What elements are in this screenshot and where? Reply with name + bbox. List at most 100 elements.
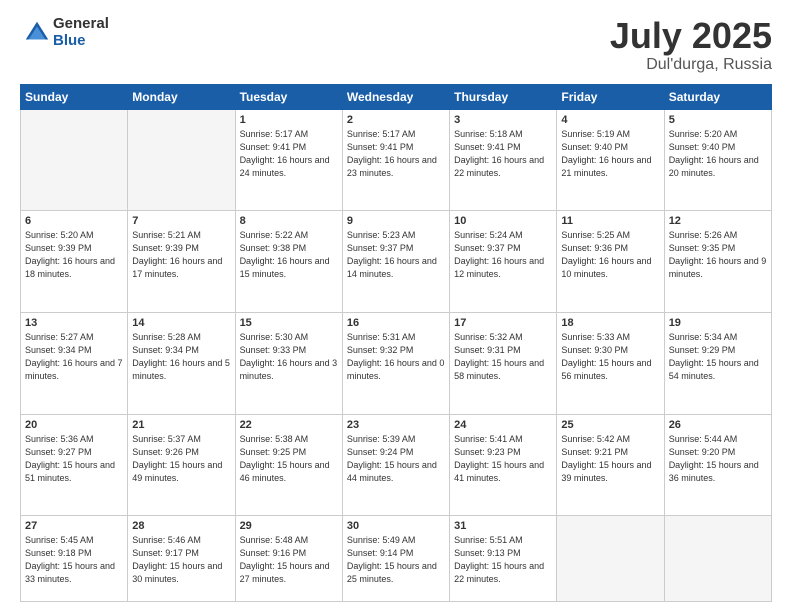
day-number: 4 bbox=[561, 114, 659, 126]
logo-icon bbox=[23, 19, 51, 47]
day-info: Sunrise: 5:20 AM Sunset: 9:40 PM Dayligh… bbox=[669, 128, 767, 180]
day-info: Sunrise: 5:21 AM Sunset: 9:39 PM Dayligh… bbox=[132, 229, 230, 281]
header: General Blue July 2025 Dul'durga, Russia bbox=[20, 16, 772, 74]
calendar-week-2: 13Sunrise: 5:27 AM Sunset: 9:34 PM Dayli… bbox=[21, 312, 772, 414]
col-sunday: Sunday bbox=[21, 84, 128, 109]
day-number: 25 bbox=[561, 419, 659, 431]
calendar-cell: 1Sunrise: 5:17 AM Sunset: 9:41 PM Daylig… bbox=[235, 109, 342, 211]
day-info: Sunrise: 5:38 AM Sunset: 9:25 PM Dayligh… bbox=[240, 433, 338, 485]
calendar-cell: 30Sunrise: 5:49 AM Sunset: 9:14 PM Dayli… bbox=[342, 516, 449, 602]
day-number: 22 bbox=[240, 419, 338, 431]
day-number: 19 bbox=[669, 317, 767, 329]
calendar-week-4: 27 Sunrise: 5:45 AM Sunset: 9:18 PM Dayli… bbox=[21, 516, 772, 602]
day-number: 21 bbox=[132, 419, 230, 431]
day-number: 5 bbox=[669, 114, 767, 126]
day-info: Sunrise: 5:33 AM Sunset: 9:30 PM Dayligh… bbox=[561, 331, 659, 383]
day-number: 6 bbox=[25, 215, 123, 227]
calendar-cell: 3 Sunrise: 5:18 AM Sunset: 9:41 PM Daylig… bbox=[450, 109, 557, 211]
calendar-cell: 6 Sunrise: 5:20 AM Sunset: 9:39 PM Daylig… bbox=[21, 211, 128, 313]
day-info: Sunrise: 5:39 AM Sunset: 9:24 PM Dayligh… bbox=[347, 433, 445, 485]
col-friday: Friday bbox=[557, 84, 664, 109]
day-number: 15 bbox=[240, 317, 338, 329]
day-number: 3 bbox=[454, 114, 552, 126]
calendar-week-0: 1 Sunrise: 5:17 AM Sunset: 9:41 PM Daylig… bbox=[21, 109, 772, 211]
day-info: Sunrise: 5:34 AM Sunset: 9:29 PM Dayligh… bbox=[669, 331, 767, 383]
col-saturday: Saturday bbox=[664, 84, 771, 109]
calendar: Sunday Monday Tuesday Wednesday Thursday… bbox=[20, 84, 772, 602]
day-number: 12 bbox=[669, 215, 767, 227]
calendar-cell: 7 Sunrise: 5:21 AM Sunset: 9:39 PM Daylig… bbox=[128, 211, 235, 313]
day-number: 7 bbox=[132, 215, 230, 227]
day-info: Sunrise: 5:31 AM Sunset: 9:32 PM Dayligh… bbox=[347, 331, 445, 383]
day-info: Sunrise: 5:44 AM Sunset: 9:20 PM Dayligh… bbox=[669, 433, 767, 485]
day-info: Sunrise: 5:36 AM Sunset: 9:27 PM Dayligh… bbox=[25, 433, 123, 485]
day-number: 16 bbox=[347, 317, 445, 329]
day-info: Sunrise: 5:20 AM Sunset: 9:39 PM Dayligh… bbox=[25, 229, 123, 281]
day-info: Sunrise: 5:37 AM Sunset: 9:26 PM Dayligh… bbox=[132, 433, 230, 485]
day-number: 2 bbox=[347, 114, 445, 126]
day-info: Sunrise: 5:42 AM Sunset: 9:21 PM Dayligh… bbox=[561, 433, 659, 485]
day-number: 9 bbox=[347, 215, 445, 227]
calendar-cell: 27 Sunrise: 5:45 AM Sunset: 9:18 PM Dayli… bbox=[21, 516, 128, 602]
day-number: 20 bbox=[25, 419, 123, 431]
calendar-cell: 9 Sunrise: 5:23 AM Sunset: 9:37 PM Daylig… bbox=[342, 211, 449, 313]
calendar-cell: 8 Sunrise: 5:22 AM Sunset: 9:38 PM Daylig… bbox=[235, 211, 342, 313]
title-month: July 2025 bbox=[610, 16, 772, 56]
col-wednesday: Wednesday bbox=[342, 84, 449, 109]
calendar-week-3: 20 Sunrise: 5:36 AM Sunset: 9:27 PM Dayli… bbox=[21, 414, 772, 516]
day-number: 28 bbox=[132, 520, 230, 532]
day-number: 8 bbox=[240, 215, 338, 227]
calendar-cell: 19 Sunrise: 5:34 AM Sunset: 9:29 PM Dayli… bbox=[664, 312, 771, 414]
day-info: Sunrise: 5:48 AM Sunset: 9:16 PM Dayligh… bbox=[240, 534, 338, 586]
day-number: 24 bbox=[454, 419, 552, 431]
page: General Blue July 2025 Dul'durga, Russia… bbox=[0, 0, 792, 612]
calendar-cell: 11Sunrise: 5:25 AM Sunset: 9:36 PM Dayli… bbox=[557, 211, 664, 313]
day-info: Sunrise: 5:18 AM Sunset: 9:41 PM Dayligh… bbox=[454, 128, 552, 180]
col-tuesday: Tuesday bbox=[235, 84, 342, 109]
day-number: 11 bbox=[561, 215, 659, 227]
calendar-header-row: Sunday Monday Tuesday Wednesday Thursday… bbox=[21, 84, 772, 109]
day-info: Sunrise: 5:17 AM Sunset: 9:41 PM Dayligh… bbox=[347, 128, 445, 180]
day-info: Sunrise: 5:46 AM Sunset: 9:17 PM Dayligh… bbox=[132, 534, 230, 586]
calendar-cell: 4 Sunrise: 5:19 AM Sunset: 9:40 PM Daylig… bbox=[557, 109, 664, 211]
col-thursday: Thursday bbox=[450, 84, 557, 109]
calendar-cell: 2 Sunrise: 5:17 AM Sunset: 9:41 PM Daylig… bbox=[342, 109, 449, 211]
calendar-cell: 25 Sunrise: 5:42 AM Sunset: 9:21 PM Dayli… bbox=[557, 414, 664, 516]
calendar-cell: 15 Sunrise: 5:30 AM Sunset: 9:33 PM Dayli… bbox=[235, 312, 342, 414]
calendar-cell bbox=[21, 109, 128, 211]
day-info: Sunrise: 5:30 AM Sunset: 9:33 PM Dayligh… bbox=[240, 331, 338, 383]
calendar-cell: 24 Sunrise: 5:41 AM Sunset: 9:23 PM Dayli… bbox=[450, 414, 557, 516]
day-number: 27 bbox=[25, 520, 123, 532]
day-info: Sunrise: 5:24 AM Sunset: 9:37 PM Dayligh… bbox=[454, 229, 552, 281]
calendar-cell: 5 Sunrise: 5:20 AM Sunset: 9:40 PM Daylig… bbox=[664, 109, 771, 211]
calendar-cell: 29 Sunrise: 5:48 AM Sunset: 9:16 PM Dayli… bbox=[235, 516, 342, 602]
day-info: Sunrise: 5:41 AM Sunset: 9:23 PM Dayligh… bbox=[454, 433, 552, 485]
day-number: 1 bbox=[240, 114, 338, 126]
day-number: 10 bbox=[454, 215, 552, 227]
day-info: Sunrise: 5:28 AM Sunset: 9:34 PM Dayligh… bbox=[132, 331, 230, 383]
calendar-cell: 10 Sunrise: 5:24 AM Sunset: 9:37 PM Dayli… bbox=[450, 211, 557, 313]
calendar-cell: 28 Sunrise: 5:46 AM Sunset: 9:17 PM Dayli… bbox=[128, 516, 235, 602]
day-number: 14 bbox=[132, 317, 230, 329]
logo-blue: Blue bbox=[53, 33, 109, 50]
title-location: Dul'durga, Russia bbox=[610, 56, 772, 74]
calendar-cell: 22 Sunrise: 5:38 AM Sunset: 9:25 PM Dayli… bbox=[235, 414, 342, 516]
day-info: Sunrise: 5:45 AM Sunset: 9:18 PM Dayligh… bbox=[25, 534, 123, 586]
day-number: 29 bbox=[240, 520, 338, 532]
calendar-cell: 16 Sunrise: 5:31 AM Sunset: 9:32 PM Dayli… bbox=[342, 312, 449, 414]
title-block: July 2025 Dul'durga, Russia bbox=[610, 16, 772, 74]
calendar-cell: 31Sunrise: 5:51 AM Sunset: 9:13 PM Dayli… bbox=[450, 516, 557, 602]
day-info: Sunrise: 5:19 AM Sunset: 9:40 PM Dayligh… bbox=[561, 128, 659, 180]
day-number: 30 bbox=[347, 520, 445, 532]
calendar-cell: 26 Sunrise: 5:44 AM Sunset: 9:20 PM Dayli… bbox=[664, 414, 771, 516]
calendar-cell: 17Sunrise: 5:32 AM Sunset: 9:31 PM Dayli… bbox=[450, 312, 557, 414]
day-info: Sunrise: 5:22 AM Sunset: 9:38 PM Dayligh… bbox=[240, 229, 338, 281]
calendar-cell: 23Sunrise: 5:39 AM Sunset: 9:24 PM Dayli… bbox=[342, 414, 449, 516]
day-number: 31 bbox=[454, 520, 552, 532]
calendar-cell: 21 Sunrise: 5:37 AM Sunset: 9:26 PM Dayli… bbox=[128, 414, 235, 516]
day-number: 26 bbox=[669, 419, 767, 431]
calendar-cell bbox=[557, 516, 664, 602]
calendar-cell: 20 Sunrise: 5:36 AM Sunset: 9:27 PM Dayli… bbox=[21, 414, 128, 516]
day-info: Sunrise: 5:23 AM Sunset: 9:37 PM Dayligh… bbox=[347, 229, 445, 281]
logo: General Blue bbox=[20, 16, 109, 49]
